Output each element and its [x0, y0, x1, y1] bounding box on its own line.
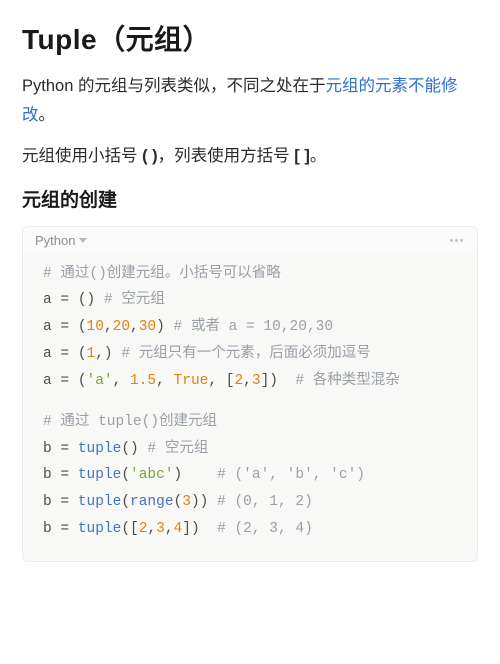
- code-comment: # 通过()创建元组。小括号可以省略: [43, 266, 281, 282]
- code-line: a = () # 空元组: [43, 287, 463, 314]
- code-line: b = tuple('abc') # ('a', 'b', 'c'): [43, 462, 463, 489]
- code-language-label: Python: [35, 233, 75, 248]
- chevron-down-icon: [79, 238, 87, 243]
- code-body: # 通过()创建元组。小括号可以省略 a = () # 空元组 a = (10,…: [23, 253, 477, 561]
- more-icon: [460, 239, 463, 242]
- code-language-selector[interactable]: Python: [35, 233, 87, 248]
- code-more-button[interactable]: [446, 235, 467, 246]
- code-line: a = (10,20,30) # 或者 a = 10,20,30: [43, 314, 463, 341]
- code-line: b = tuple() # 空元组: [43, 436, 463, 463]
- section-heading: 元组的创建: [22, 185, 478, 212]
- code-line: b = tuple([2,3,4]) # (2, 3, 4): [43, 516, 463, 543]
- intro-paragraph-2: 元组使用小括号 ( )，列表使用方括号 [ ]。: [22, 142, 478, 171]
- page-title: Tuple（元组）: [22, 18, 478, 58]
- intro2-b: ( ): [142, 147, 158, 165]
- intro2-d: [ ]: [294, 147, 310, 165]
- more-icon: [450, 239, 453, 242]
- intro2-e: 。: [310, 147, 327, 165]
- intro-paragraph-1: Python 的元组与列表类似，不同之处在于元组的元素不能修改。: [22, 72, 478, 130]
- intro2-c: ，列表使用方括号: [158, 147, 295, 165]
- intro2-a: 元组使用小括号: [22, 147, 142, 165]
- code-line: a = ('a', 1.5, True, [2,3]) # 各种类型混杂: [43, 368, 463, 395]
- intro1-prefix: Python 的元组与列表类似，不同之处在于: [22, 77, 325, 95]
- code-line: # 通过 tuple()创建元组: [43, 409, 463, 436]
- code-line: b = tuple(range(3)) # (0, 1, 2): [43, 489, 463, 516]
- code-line: a = (1,) # 元组只有一个元素，后面必须加逗号: [43, 341, 463, 368]
- code-line: # 通过()创建元组。小括号可以省略: [43, 261, 463, 288]
- intro1-suffix: 。: [39, 106, 56, 124]
- code-blank-line: [43, 395, 463, 409]
- code-block: Python # 通过()创建元组。小括号可以省略 a = () # 空元组 a…: [22, 226, 478, 562]
- code-comment: # 通过 tuple()创建元组: [43, 414, 217, 430]
- code-block-header: Python: [23, 227, 477, 253]
- more-icon: [455, 239, 458, 242]
